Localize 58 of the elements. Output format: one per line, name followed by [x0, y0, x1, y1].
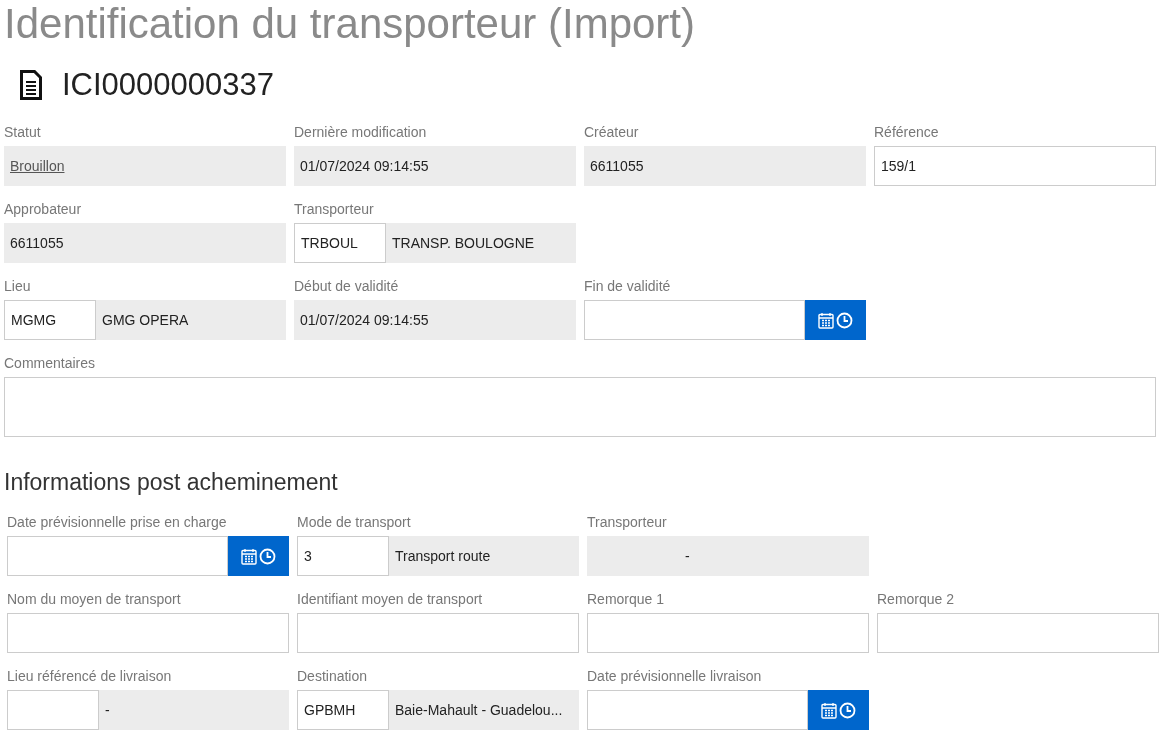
field-label: Créateur: [584, 123, 640, 142]
readonly-field: 01/07/2024 09:14:55: [294, 146, 576, 186]
readonly-field: 01/07/2024 09:14:55: [294, 300, 576, 340]
field-label: Transporteur: [587, 513, 668, 532]
section-heading: Informations post acheminement: [4, 468, 339, 497]
description-field: Transport route: [389, 536, 579, 576]
input-field[interactable]: [297, 613, 579, 653]
code-field[interactable]: MGMG: [4, 300, 96, 340]
readonly-field: 6611055: [584, 146, 866, 186]
document-icon: [20, 70, 42, 100]
document-number: ICI0000000337: [62, 67, 275, 103]
field-label: Transporteur: [294, 200, 375, 219]
field-label: Remorque 1: [587, 590, 666, 609]
comment-field[interactable]: [4, 377, 1156, 437]
code-field[interactable]: GPBMH: [297, 690, 389, 730]
date-field[interactable]: [584, 300, 805, 340]
clock-icon: [839, 701, 856, 719]
field-label: Destination: [297, 667, 369, 686]
status-link[interactable]: Brouillon: [10, 158, 65, 174]
date-picker-button[interactable]: [805, 300, 866, 340]
code-field[interactable]: TRBOUL: [294, 223, 386, 263]
field-label: Approbateur: [4, 200, 83, 219]
field-label: Date prévisionnelle prise en charge: [7, 513, 228, 532]
description-field: -: [99, 690, 289, 730]
field-label: Mode de transport: [297, 513, 412, 532]
field-label: Statut: [4, 123, 42, 142]
field-label: Lieu référencé de livraison: [7, 667, 173, 686]
description-field: -: [679, 536, 869, 576]
calendar-icon: [818, 311, 834, 329]
date-field[interactable]: [587, 690, 808, 730]
calendar-icon: [821, 701, 837, 719]
date-picker-button[interactable]: [228, 536, 289, 576]
description-field: Baie-Mahault - Guadelou...: [389, 690, 579, 730]
field-label: Date prévisionnelle livraison: [587, 667, 763, 686]
clock-icon: [836, 311, 853, 329]
calendar-icon: [241, 547, 257, 565]
input-field[interactable]: [587, 613, 869, 653]
field-label: Lieu: [4, 277, 32, 296]
input-field[interactable]: [7, 613, 289, 653]
field-label: Début de validité: [294, 277, 400, 296]
page-title: Identification du transporteur (Import): [3, 0, 696, 48]
code-field[interactable]: [7, 690, 99, 730]
field-label: Nom du moyen de transport: [7, 590, 182, 609]
readonly-field: 6611055: [4, 223, 286, 263]
input-field[interactable]: [877, 613, 1159, 653]
field-label: Référence: [874, 123, 940, 142]
field-label: Remorque 2: [877, 590, 956, 609]
field-label: Identifiant moyen de transport: [297, 590, 484, 609]
input-field[interactable]: 159/1: [874, 146, 1156, 186]
date-picker-button[interactable]: [808, 690, 869, 730]
code-field[interactable]: 3: [297, 536, 389, 576]
clock-icon: [259, 547, 276, 565]
field-label: Dernière modification: [294, 123, 428, 142]
field-label: Commentaires: [4, 354, 97, 373]
description-field: TRANSP. BOULOGNE: [386, 223, 576, 263]
description-field: GMG OPERA: [96, 300, 286, 340]
date-field[interactable]: [7, 536, 228, 576]
field-label: Fin de validité: [584, 277, 672, 296]
